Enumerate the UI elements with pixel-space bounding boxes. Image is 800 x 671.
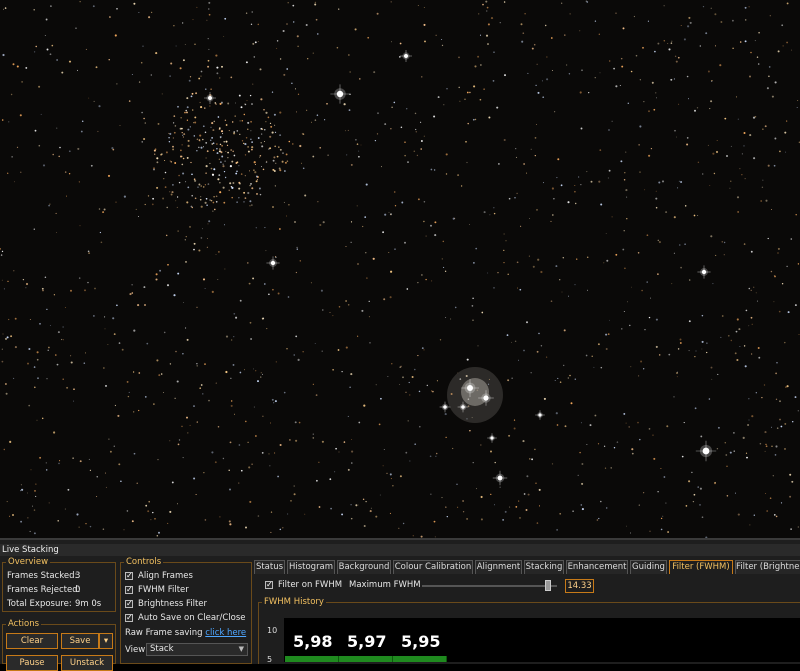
tab-filter-brightness[interactable]: Filter (Brightness) (735, 560, 800, 574)
panel-title: Live Stacking (0, 544, 800, 556)
view-row: View (125, 645, 145, 656)
y-tick-5: 5 (267, 655, 273, 664)
fwhm-bar (393, 656, 447, 662)
total-exposure-label: Total Exposure: (7, 599, 72, 609)
tab-guiding[interactable]: Guiding (630, 560, 667, 574)
tab-filter-fwhm[interactable]: Filter (FWHM) (669, 560, 733, 574)
align-frames-label: Align Frames (138, 571, 193, 581)
raw-frame-saving-row: Raw Frame saving click here (125, 628, 246, 639)
fwhm-filter-checkbox[interactable] (125, 584, 133, 595)
frames-rejected-row: Frames Rejected: 0 (7, 585, 80, 596)
controls-label: Controls (124, 557, 164, 567)
fwhm-bar (339, 656, 393, 662)
actions-group: Actions Clear Save ▾ Pause Unstack (2, 619, 116, 671)
view-label: View (125, 645, 146, 655)
tab-status[interactable]: Status (254, 560, 285, 574)
fwhm-history-label: FWHM History (262, 597, 326, 607)
total-exposure-row: Total Exposure: 9m 0s (7, 599, 101, 610)
auto-save-label: Auto Save on Clear/Close (138, 613, 246, 623)
view-select[interactable]: Stack ▼ (146, 643, 248, 656)
tab-colour-calibration[interactable]: Colour Calibration (393, 560, 473, 574)
raw-frame-saving-label: Raw Frame saving (125, 628, 203, 638)
overview-group: Overview Frames Stacked: 3 Frames Reject… (2, 557, 116, 612)
bar-label: 5,95 (401, 632, 441, 651)
filter-on-fwhm-checkbox[interactable] (265, 579, 273, 590)
tab-alignment[interactable]: Alignment (475, 560, 522, 574)
total-exposure-value: 9m 0s (75, 599, 102, 609)
star-field-image (0, 0, 800, 538)
chevron-down-icon: ▼ (238, 645, 244, 653)
pause-button[interactable]: Pause (6, 655, 58, 671)
actions-label: Actions (6, 619, 42, 629)
save-dropdown-button[interactable]: ▾ (99, 633, 113, 649)
controls-group: Controls Align Frames FWHM Filter Bright… (120, 557, 252, 664)
max-fwhm-slider[interactable] (422, 585, 557, 587)
max-fwhm-value[interactable]: 14.33 (565, 579, 594, 593)
fwhm-history-chart: 5,98 5,97 5,95 (284, 618, 800, 662)
tab-background[interactable]: Background (337, 560, 391, 574)
overview-label: Overview (6, 557, 51, 567)
chevron-down-icon: ▾ (103, 636, 109, 646)
frames-rejected-value: 0 (75, 585, 81, 595)
filter-on-fwhm-label: Filter on FWHM (278, 580, 343, 590)
brightness-filter-checkbox[interactable] (125, 598, 133, 609)
frames-stacked-value: 3 (75, 571, 81, 581)
brightness-filter-label: Brightness Filter (138, 599, 208, 609)
fwhm-bar (285, 656, 339, 662)
max-fwhm-slider-thumb[interactable] (544, 580, 551, 591)
save-button[interactable]: Save (61, 633, 99, 649)
tab-stacking[interactable]: Stacking (524, 560, 564, 574)
click-here-link[interactable]: click here (205, 628, 246, 638)
tab-enhancement[interactable]: Enhancement (566, 560, 628, 574)
clear-button[interactable]: Clear (6, 633, 58, 649)
bar-label: 5,97 (347, 632, 387, 651)
auto-save-checkbox[interactable] (125, 612, 133, 623)
y-tick-10: 10 (267, 626, 278, 635)
unstack-button[interactable]: Unstack (61, 655, 113, 671)
frames-stacked-row: Frames Stacked: 3 (7, 571, 81, 582)
bar-label: 5,98 (293, 632, 333, 651)
star-field-svg (0, 0, 800, 538)
tab-histogram[interactable]: Histogram (287, 560, 335, 574)
frames-stacked-label: Frames Stacked: (7, 571, 78, 581)
frames-rejected-label: Frames Rejected: (7, 585, 81, 595)
view-select-value: Stack (150, 644, 174, 654)
max-fwhm-label: Maximum FWHM (349, 580, 421, 590)
align-frames-checkbox[interactable] (125, 570, 133, 581)
fwhm-filter-label: FWHM Filter (138, 585, 189, 595)
